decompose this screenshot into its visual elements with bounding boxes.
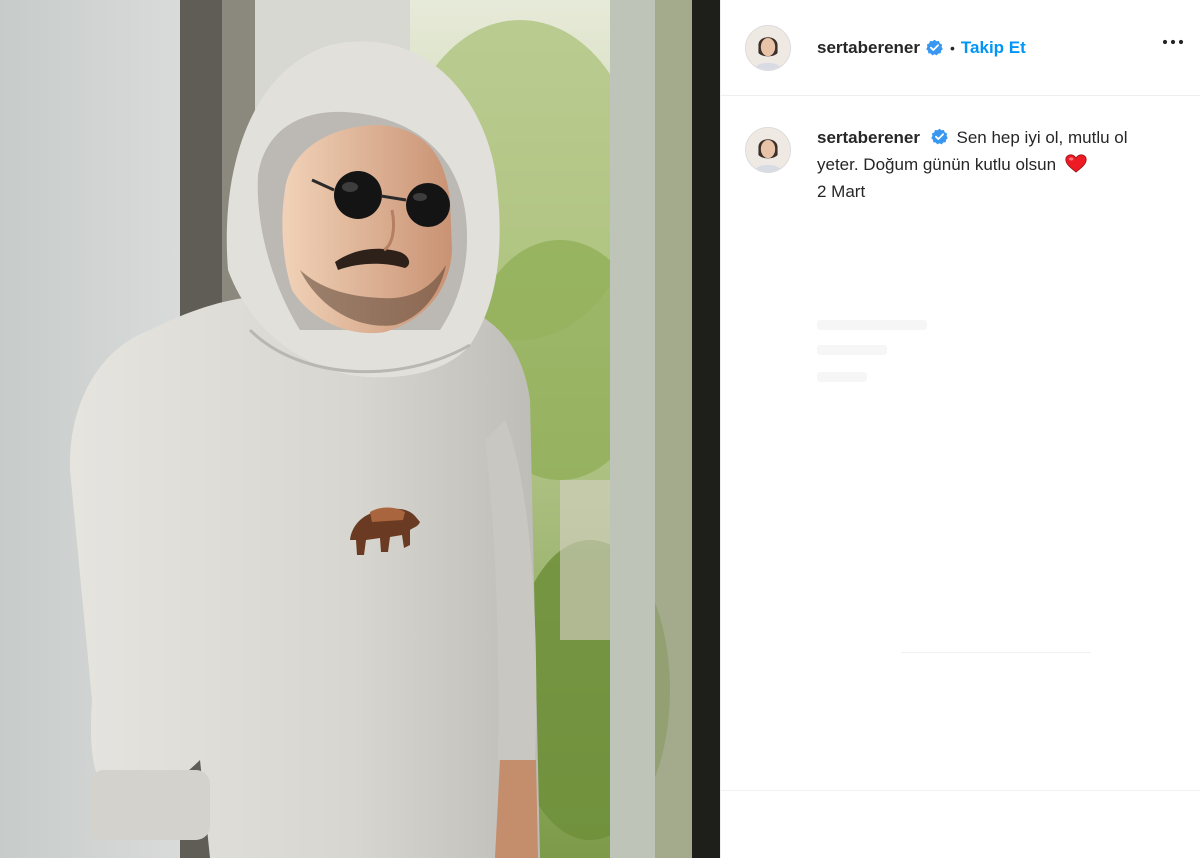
post-header: sertaberener • Takip Et (721, 0, 1200, 96)
more-options-icon (1162, 39, 1184, 45)
heart-emoji-icon (1065, 154, 1087, 173)
caption-date: 2 Mart (817, 182, 866, 201)
faded-divider (721, 790, 1200, 791)
faded-comment-line (817, 345, 887, 355)
post-caption: sertaberener Sen hep iyi ol, mutlu ol ye… (745, 124, 1185, 205)
verified-badge-icon (926, 39, 943, 56)
follow-button[interactable]: Takip Et (961, 38, 1026, 58)
caption-author-username[interactable]: sertaberener (817, 128, 920, 147)
header-separator: • (950, 39, 955, 56)
header-user-row: sertaberener • Takip Et (817, 38, 1026, 58)
faded-comment-line (817, 372, 867, 382)
post-sidebar: sertaberener • Takip Et sertaberener Sen… (720, 0, 1200, 858)
caption-author-avatar[interactable] (745, 127, 791, 173)
more-options-button[interactable] (1159, 30, 1187, 54)
avatar-image (746, 25, 790, 70)
faded-comment-line (817, 320, 927, 330)
verified-badge-icon (930, 128, 948, 145)
faded-divider (901, 652, 1091, 653)
instagram-post: sertaberener • Takip Et sertaberener Sen… (0, 0, 1200, 858)
post-photo[interactable] (0, 0, 720, 858)
post-photo-illustration (0, 0, 720, 858)
author-username[interactable]: sertaberener (817, 38, 920, 58)
avatar-image (746, 128, 790, 172)
caption-text-block: sertaberener Sen hep iyi ol, mutlu ol ye… (817, 124, 1147, 205)
author-avatar[interactable] (745, 24, 791, 71)
